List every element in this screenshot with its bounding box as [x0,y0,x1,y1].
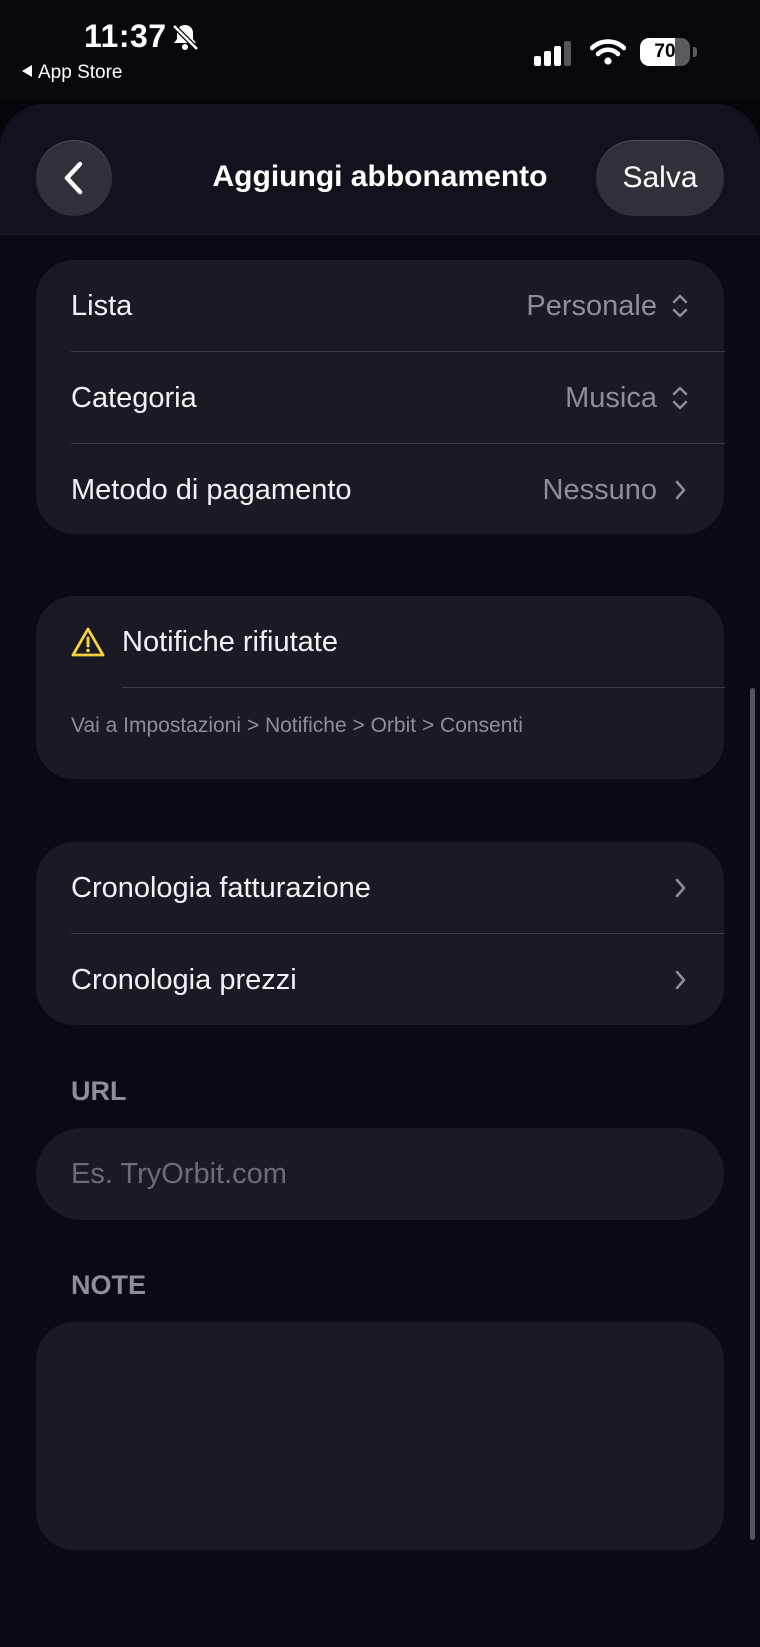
battery-indicator: 70 [640,38,698,66]
row-label: Cronologia fatturazione [71,872,371,904]
url-input[interactable]: Es. TryOrbit.com [36,1128,724,1220]
wifi-icon [590,39,626,65]
chevron-right-icon [675,878,686,898]
scrollbar[interactable] [750,688,755,1540]
category-picker-row[interactable]: Categoria Musica [71,352,691,444]
status-bar: 11:37 App Store 70 [0,0,760,100]
list-picker-row[interactable]: Lista Personale [71,260,691,352]
save-button[interactable]: Salva [596,140,724,216]
row-value: Musica [565,382,657,414]
back-triangle-icon [22,65,32,77]
chevron-right-icon [675,480,686,500]
cellular-signal-icon [534,41,571,66]
battery-nub [693,47,697,57]
back-to-app-store[interactable]: App Store [22,62,123,84]
billing-history-row[interactable]: Cronologia fatturazione [71,842,691,934]
notes-textarea[interactable] [36,1322,724,1550]
details-card: Lista Personale Categoria Musica Metodo … [36,260,725,536]
row-label: Metodo di pagamento [71,474,352,506]
price-history-row[interactable]: Cronologia prezzi [71,934,691,1026]
notes-section-label: NOTE [71,1270,147,1300]
row-label: Categoria [71,382,197,414]
chevron-up-down-icon [672,294,688,318]
notifications-card: Notifiche rifiutate Vai a Impostazioni >… [36,596,725,779]
back-app-label: App Store [38,62,123,83]
battery-percent: 70 [654,41,676,62]
url-section-label: URL [71,1076,127,1106]
divider [122,687,725,688]
row-label: Cronologia prezzi [71,964,297,996]
chevron-up-down-icon [672,386,688,410]
notifications-hint: Vai a Impostazioni > Notifiche > Orbit >… [71,714,523,737]
warning-icon [71,627,105,657]
row-value: Personale [526,290,657,322]
row-value: Nessuno [542,474,657,506]
bell-slash-icon [172,24,199,51]
row-label: Lista [71,290,133,322]
history-card: Cronologia fatturazione Cronologia prezz… [36,842,725,1026]
status-time: 11:37 [84,18,167,54]
url-placeholder: Es. TryOrbit.com [71,1158,287,1190]
notifications-denied-title: Notifiche rifiutate [122,626,338,658]
payment-method-row[interactable]: Metodo di pagamento Nessuno [71,444,691,536]
chevron-right-icon [675,970,686,990]
